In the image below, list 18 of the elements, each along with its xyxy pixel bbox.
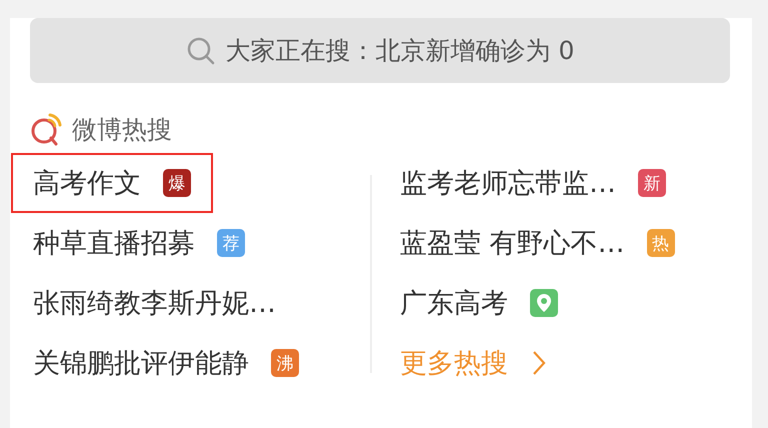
hot-topic-link[interactable]: 蓝盈莹 有野心不… [400, 225, 625, 261]
chevron-right-icon[interactable] [532, 350, 546, 376]
hot-search-logo-icon [30, 111, 64, 147]
hot-topic-link[interactable]: 高考作文 [33, 165, 141, 201]
hot-topic-link[interactable]: 张雨绮教李斯丹妮… [33, 285, 276, 321]
hot-topic-link[interactable]: 种草直播招募 [33, 225, 195, 261]
section-title: 微博热搜 [72, 114, 172, 146]
search-bar[interactable]: 大家正在搜：北京新增确诊为 0 [30, 18, 730, 83]
topic-badge: 爆 [163, 169, 191, 197]
topic-badge: 热 [646, 229, 675, 257]
topic-badge: 荐 [217, 229, 245, 257]
hot-topic-link[interactable]: 广东高考 [400, 285, 508, 321]
search-icon [186, 36, 216, 66]
hot-topic-link[interactable]: 关锦鹏批评伊能静 [33, 345, 249, 381]
hot-topic-link[interactable]: 监考老师忘带监… [400, 165, 616, 201]
topic-badge: 新 [638, 169, 666, 197]
topic-badge: 沸 [271, 349, 299, 377]
search-placeholder: 大家正在搜：北京新增确诊为 0 [226, 35, 574, 67]
